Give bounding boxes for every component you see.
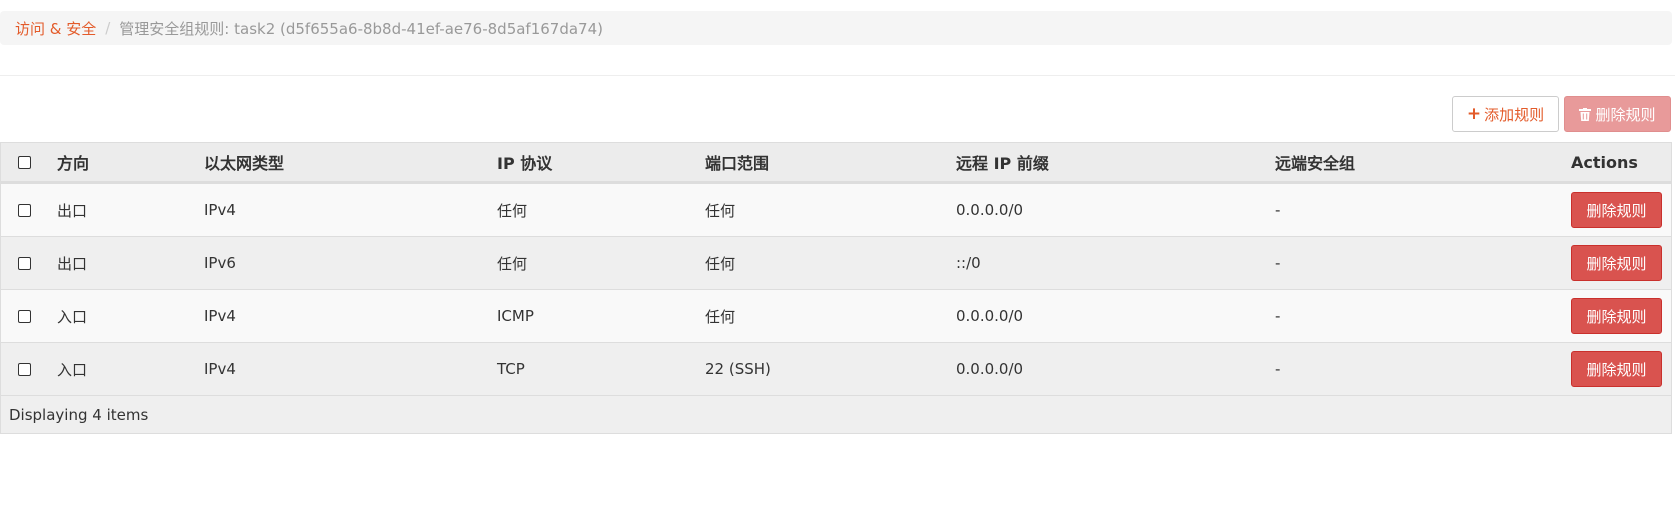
- cell-direction: 入口: [57, 360, 88, 379]
- table-footer: Displaying 4 items: [1, 395, 1671, 433]
- cell-ethertype: IPv4: [204, 307, 236, 325]
- row-select-cell: [18, 343, 31, 395]
- add-rule-label: 添加规则: [1484, 105, 1545, 124]
- cell-ethertype: IPv4: [204, 360, 236, 378]
- breadcrumb-current: 管理安全组规则: task2 (d5f655a6-8b8d-41ef-ae76-…: [119, 19, 603, 38]
- cell-port-range: 任何: [705, 201, 736, 220]
- delete-rules-label: 删除规则: [1595, 105, 1656, 124]
- cell-remote-ip-prefix: 0.0.0.0/0: [956, 201, 1024, 219]
- cell-remote-ip-prefix: ::/0: [956, 254, 981, 272]
- table-row: 出口 IPv4 任何 任何 0.0.0.0/0 - 删除规则: [1, 183, 1671, 236]
- row-actions-cell: 删除规则: [1571, 343, 1662, 395]
- delete-rule-button[interactable]: 删除规则: [1571, 351, 1662, 387]
- row-select-cell: [18, 237, 31, 289]
- page: 访问 & 安全 / 管理安全组规则: task2 (d5f655a6-8b8d-…: [0, 0, 1675, 507]
- select-all-cell: [18, 143, 31, 181]
- row-actions-cell: 删除规则: [1571, 290, 1662, 342]
- cell-port-range: 任何: [705, 254, 736, 273]
- table-row: 入口 IPv4 TCP 22 (SSH) 0.0.0.0/0 - 删除规则: [1, 342, 1671, 395]
- table-row: 出口 IPv6 任何 任何 ::/0 - 删除规则: [1, 236, 1671, 289]
- cell-ip-protocol: ICMP: [497, 307, 534, 325]
- cell-ip-protocol: 任何: [497, 254, 528, 273]
- cell-port-range: 任何: [705, 307, 736, 326]
- plus-icon: +: [1466, 104, 1482, 124]
- row-checkbox[interactable]: [18, 203, 31, 217]
- cell-remote-security-group: -: [1275, 307, 1281, 325]
- rules-table: 方向 以太网类型 IP 协议 端口范围 远程 IP 前缀 远端安全组 Actio…: [0, 142, 1672, 434]
- delete-rule-button[interactable]: 删除规则: [1571, 298, 1662, 334]
- delete-rule-button[interactable]: 删除规则: [1571, 245, 1662, 281]
- cell-remote-ip-prefix: 0.0.0.0/0: [956, 307, 1024, 325]
- select-all-checkbox[interactable]: [18, 155, 31, 169]
- breadcrumb-separator: /: [105, 19, 111, 37]
- column-header-direction[interactable]: 方向: [57, 143, 89, 181]
- cell-ethertype: IPv4: [204, 201, 236, 219]
- row-checkbox[interactable]: [18, 309, 31, 323]
- row-checkbox[interactable]: [18, 256, 31, 270]
- table-row: 入口 IPv4 ICMP 任何 0.0.0.0/0 - 删除规则: [1, 289, 1671, 342]
- cell-ethertype: IPv6: [204, 254, 236, 272]
- cell-ip-protocol: 任何: [497, 201, 528, 220]
- row-actions-cell: 删除规则: [1571, 184, 1662, 236]
- column-header-remote-security-group[interactable]: 远端安全组: [1275, 143, 1355, 181]
- row-select-cell: [18, 290, 31, 342]
- breadcrumb-link-access-security[interactable]: 访问 & 安全: [15, 18, 96, 39]
- column-header-actions: Actions: [1571, 152, 1638, 172]
- column-header-ethertype[interactable]: 以太网类型: [204, 143, 284, 181]
- row-checkbox[interactable]: [18, 362, 31, 376]
- cell-direction: 出口: [57, 254, 88, 273]
- cell-ip-protocol: TCP: [497, 360, 525, 378]
- column-header-ip-protocol[interactable]: IP 协议: [497, 143, 552, 181]
- trash-icon: [1579, 107, 1592, 121]
- row-select-cell: [18, 184, 31, 236]
- delete-rules-button[interactable]: 删除规则: [1564, 96, 1671, 132]
- table-header: 方向 以太网类型 IP 协议 端口范围 远程 IP 前缀 远端安全组 Actio…: [1, 143, 1671, 183]
- add-rule-button[interactable]: + 添加规则: [1452, 96, 1559, 132]
- delete-rule-button[interactable]: 删除规则: [1571, 192, 1662, 228]
- cell-remote-ip-prefix: 0.0.0.0/0: [956, 360, 1024, 378]
- column-header-port-range[interactable]: 端口范围: [705, 143, 769, 181]
- cell-port-range: 22 (SSH): [705, 360, 771, 378]
- column-header-remote-ip-prefix[interactable]: 远程 IP 前缀: [956, 143, 1049, 181]
- cell-direction: 入口: [57, 307, 88, 326]
- cell-direction: 出口: [57, 201, 88, 220]
- row-actions-cell: 删除规则: [1571, 237, 1662, 289]
- cell-remote-security-group: -: [1275, 201, 1281, 219]
- divider: [0, 75, 1675, 76]
- cell-remote-security-group: -: [1275, 360, 1281, 378]
- breadcrumb: 访问 & 安全 / 管理安全组规则: task2 (d5f655a6-8b8d-…: [0, 11, 1672, 45]
- cell-remote-security-group: -: [1275, 254, 1281, 272]
